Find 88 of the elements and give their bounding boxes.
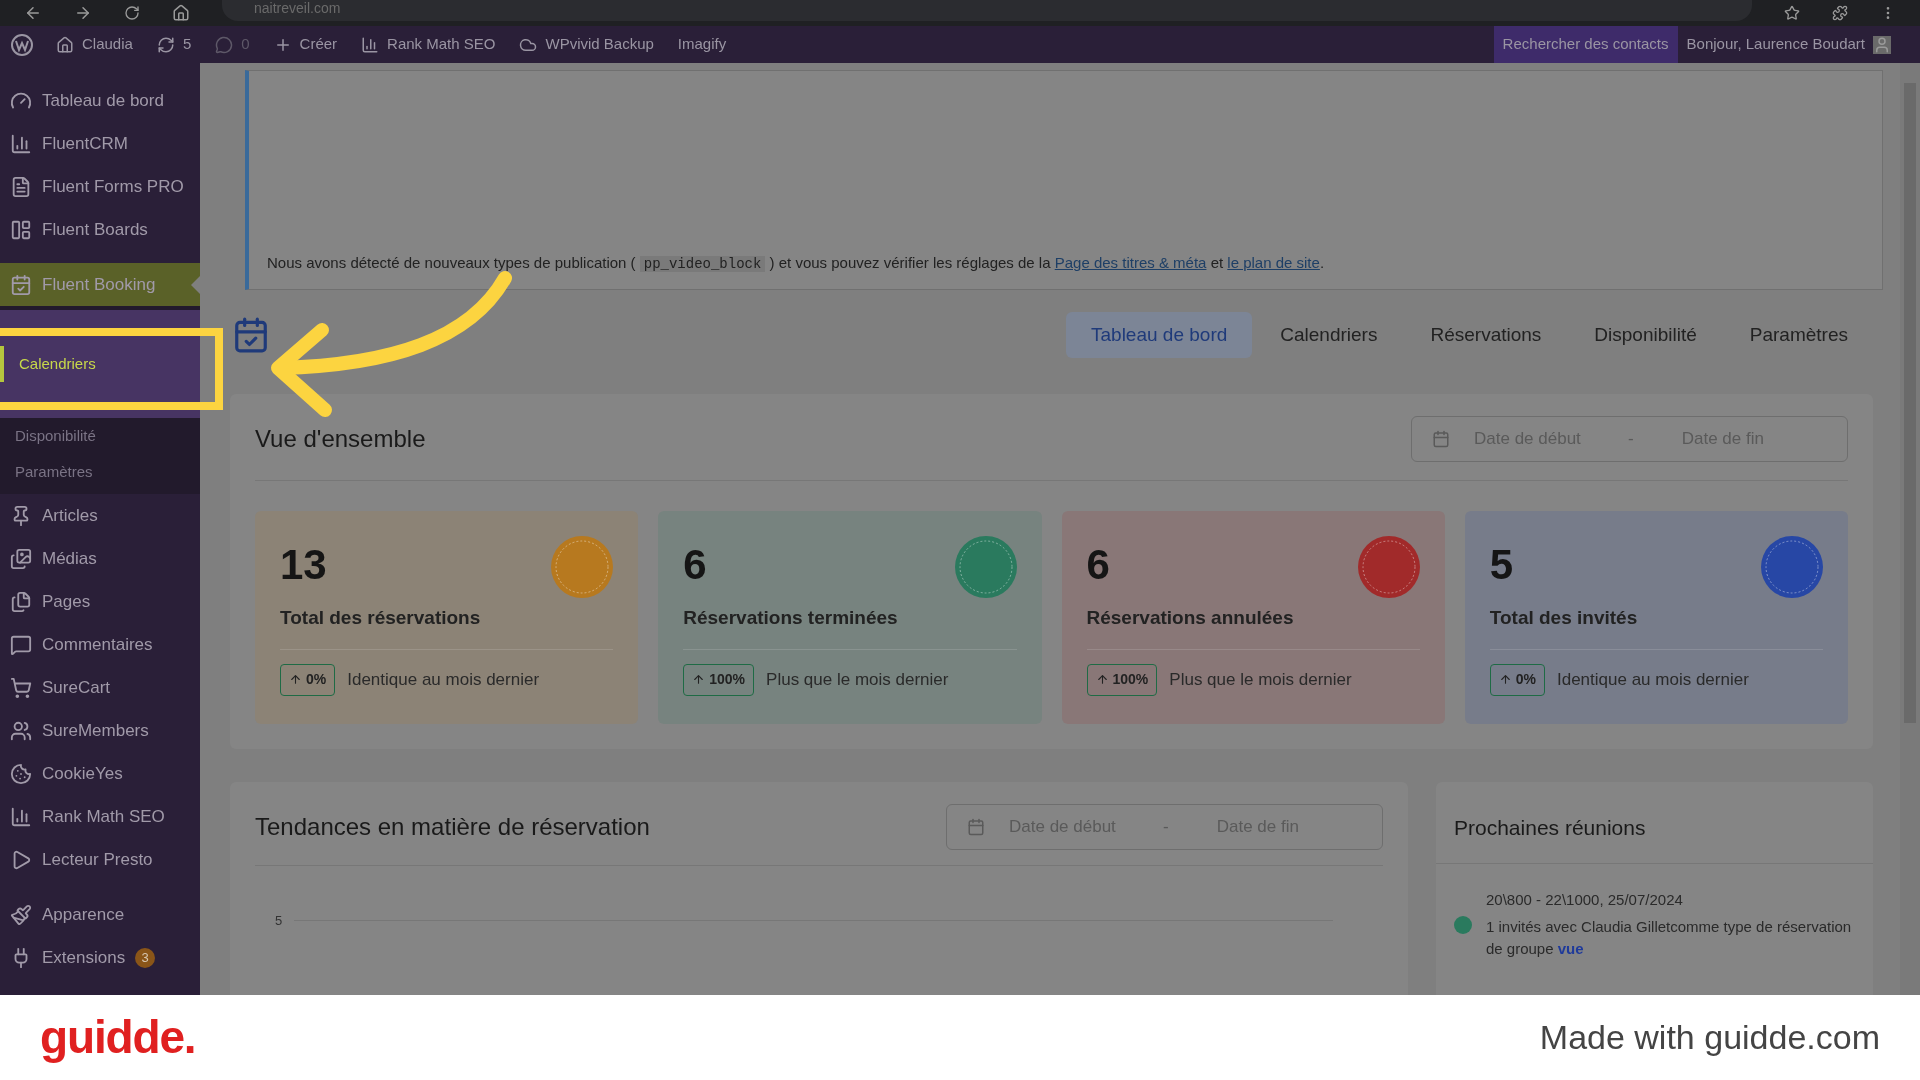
greeting-link[interactable]: Bonjour, Laurence Boudart [1677, 33, 1900, 56]
date-separator: - [1628, 428, 1634, 451]
stat-value: 6 [683, 544, 707, 586]
wordpress-logo-icon[interactable] [10, 32, 34, 57]
sidebar-item[interactable]: Apparence [0, 893, 200, 936]
change-badge: 0% [1489, 663, 1545, 696]
chart-icon [10, 805, 32, 828]
stat-note: Plus que le mois dernier [766, 668, 949, 691]
current-pointer-icon [191, 275, 200, 294]
cart-icon [10, 676, 32, 699]
pages-icon [10, 590, 32, 613]
titles-meta-link[interactable]: Page des titres & méta [1054, 254, 1207, 271]
back-icon[interactable] [24, 4, 42, 22]
sidebar-item[interactable]: Médias [0, 537, 200, 580]
tab[interactable]: Calendriers [1255, 312, 1403, 358]
refresh-icon [156, 35, 175, 54]
brand-logo: guidde. [40, 1010, 196, 1065]
images-icon [10, 547, 32, 570]
stat-note: Identique au mois dernier [347, 668, 540, 691]
sidebar-item[interactable]: SureMembers [0, 709, 200, 752]
calendar-icon [967, 817, 985, 836]
admin-bar-link[interactable]: 5 [144, 33, 204, 56]
sidebar-item[interactable]: Articles [0, 494, 200, 537]
calendar-icon [1432, 430, 1450, 448]
home-icon [56, 35, 74, 54]
overview-title: Vue d'ensemble [255, 424, 426, 454]
comment-icon [215, 35, 234, 54]
brush-icon [10, 903, 32, 926]
sidebar-item[interactable]: Extensions 3 [0, 936, 200, 979]
submenu-item[interactable]: Calendriers [0, 346, 200, 382]
reload-icon[interactable] [124, 5, 140, 21]
admin-bar-link[interactable]: Claudia [44, 33, 145, 56]
stat-label: Total des réservations [280, 604, 614, 650]
extensions-icon[interactable] [1832, 5, 1848, 21]
users-icon [10, 719, 32, 742]
tab[interactable]: Réservations [1405, 312, 1567, 358]
stat-note: Plus que le mois dernier [1169, 668, 1352, 691]
calendar-icon [10, 273, 32, 296]
stat-label: Réservations terminées [683, 604, 1017, 650]
stat-value: 5 [1489, 544, 1514, 586]
sidebar-item[interactable]: CookieYes [0, 752, 200, 795]
home-icon[interactable] [172, 4, 190, 22]
sidebar-item[interactable]: Fluent Boards [0, 208, 200, 251]
submenu-item[interactable]: Paramètres [0, 454, 200, 490]
chart-icon [361, 35, 380, 54]
count-badge: 3 [135, 947, 156, 968]
comment-icon [10, 633, 32, 656]
sidebar-item[interactable]: Fluent Forms PRO [0, 165, 200, 208]
meetings-title: Prochaines réunions [1436, 781, 1873, 864]
admin-bar-link[interactable]: Rank Math SEO [349, 33, 508, 56]
sidebar-item[interactable]: Tableau de bord [0, 79, 200, 122]
avatar-icon [1873, 35, 1891, 54]
tab[interactable]: Disponibilité [1569, 312, 1722, 358]
sidebar-item[interactable]: Pages [0, 580, 200, 623]
stat-note: Identique au mois dernier [1557, 668, 1749, 691]
admin-bar-link[interactable]: WPvivid Backup [507, 33, 666, 56]
stat-value: 6 [1086, 544, 1110, 586]
stat-label: Réservations annulées [1086, 604, 1420, 650]
cookie-icon [10, 762, 32, 785]
change-badge: 0% [280, 663, 336, 696]
credit-text: Made with guidde.com [1539, 1017, 1880, 1058]
admin-bar-link[interactable]: Imagify [665, 33, 739, 56]
sidebar-item[interactable]: Commentaires [0, 623, 200, 666]
sidebar-item[interactable]: Lecteur Presto [0, 838, 200, 881]
sidebar-item[interactable]: SureCart [0, 666, 200, 709]
date-separator: - [1163, 815, 1169, 838]
stat-value: 13 [280, 544, 327, 586]
axis-tick-label: 5 [275, 911, 283, 930]
meeting-time: 20\800 - 22\1000, 25/07/2024 [1486, 890, 1684, 910]
trends-title: Tendances en matière de réservation [255, 811, 650, 842]
change-badge: 100% [683, 663, 755, 696]
meeting-description: 1 invités avec Claudia Gilletcomme type de réservation de groupe vue [1486, 916, 1853, 959]
board-icon [10, 218, 32, 241]
search-contacts-link[interactable]: Rechercher des contacts [1493, 26, 1678, 63]
sidebar-item[interactable]: Rank Math SEO [0, 795, 200, 838]
submenu-item[interactable]: Disponibilité [0, 418, 200, 454]
stat-label: Total des invités [1489, 604, 1823, 650]
star-icon[interactable] [1784, 5, 1800, 21]
forward-icon[interactable] [74, 4, 92, 22]
notice-text: Nous avons détecté de nouveaux types de publication ( pp_video_block ) et vous pouvez vérifier les réglages de la Page des titres & méta et le plan de site. [267, 253, 1325, 274]
sitemap-link[interactable]: le plan de site [1227, 254, 1320, 271]
booking-logo-icon [232, 316, 270, 354]
tab[interactable]: Tableau de bord [1066, 312, 1253, 358]
sidebar-item[interactable]: FluentCRM [0, 122, 200, 165]
change-badge: 100% [1086, 663, 1158, 696]
tab[interactable]: Paramètres [1724, 312, 1873, 358]
admin-bar-link[interactable]: Créer [261, 33, 350, 56]
form-icon [10, 175, 32, 198]
